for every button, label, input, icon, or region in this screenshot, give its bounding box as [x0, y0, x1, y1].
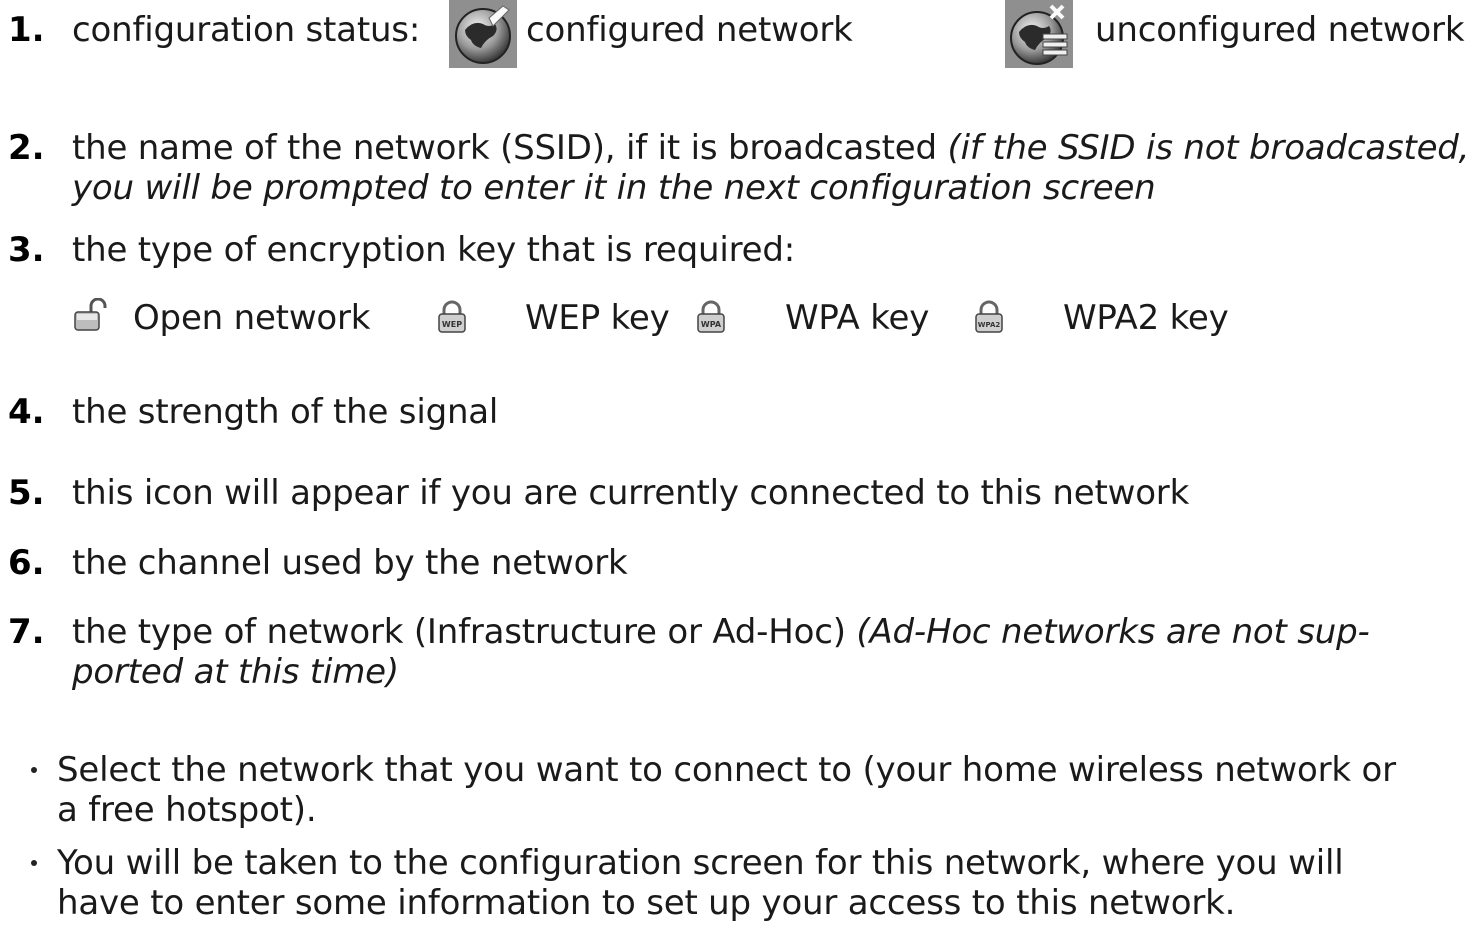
ssid-note: (if the SSID is not broadcasted, — [947, 128, 1467, 168]
wpa-lock-icon: WPA — [697, 300, 725, 333]
encryption-type-text: the type of encryption key that is requi… — [72, 230, 795, 270]
bullet-1-line-1: Select the network that you want to conn… — [57, 750, 1396, 790]
wep-lock-icon: WEP — [438, 300, 466, 333]
unconfigured-network-icon — [1005, 0, 1073, 68]
channel-text: the channel used by the network — [72, 543, 628, 583]
network-type-text: the type of network (Infrastructure or A… — [72, 612, 857, 652]
ad-hoc-note-continued: ported at this time) — [72, 652, 399, 692]
bullet-point — [31, 767, 37, 773]
wpa-key-label: WPA key — [785, 298, 930, 338]
open-network-label: Open network — [133, 298, 371, 338]
configuration-status-label: configuration status: — [72, 10, 421, 50]
configured-network-icon — [449, 0, 517, 68]
ad-hoc-note: (Ad-Hoc networks are not sup- — [856, 612, 1370, 652]
item-number-5: 5. — [8, 473, 45, 513]
ssid-note-continued: you will be prompted to enter it in the … — [72, 168, 1156, 208]
configured-network-label: configured network — [526, 10, 853, 50]
item-number-1: 1. — [8, 10, 45, 50]
item-7-line-1: the type of network (Infrastructure or A… — [72, 610, 1370, 654]
item-2-line-1: the name of the network (SSID), if it is… — [72, 126, 1467, 170]
signal-strength-text: the strength of the signal — [72, 392, 499, 432]
ssid-text: the name of the network (SSID), if it is… — [72, 128, 948, 168]
wpa2-lock-icon: WPA2 — [975, 300, 1003, 333]
item-number-6: 6. — [8, 543, 45, 583]
wpa-lock-text: WPA — [701, 320, 722, 329]
bullet-point — [31, 860, 37, 866]
wpa2-lock-text: WPA2 — [978, 321, 1001, 329]
item-number-3: 3. — [8, 230, 45, 270]
wpa2-key-label: WPA2 key — [1063, 298, 1229, 338]
wep-lock-text: WEP — [442, 320, 462, 329]
open-lock-icon — [74, 298, 107, 331]
wep-key-label: WEP key — [525, 298, 670, 338]
bullet-2-line-2: have to enter some information to set up… — [57, 883, 1236, 923]
item-number-2: 2. — [8, 128, 45, 168]
item-number-7: 7. — [8, 612, 45, 652]
item-number-4: 4. — [8, 392, 45, 432]
unconfigured-network-label: unconfigured network — [1095, 10, 1465, 50]
bullet-2-line-1: You will be taken to the configuration s… — [57, 843, 1344, 883]
bullet-1-line-2: a free hotspot). — [57, 790, 317, 830]
connected-icon-text: this icon will appear if you are current… — [72, 473, 1190, 513]
